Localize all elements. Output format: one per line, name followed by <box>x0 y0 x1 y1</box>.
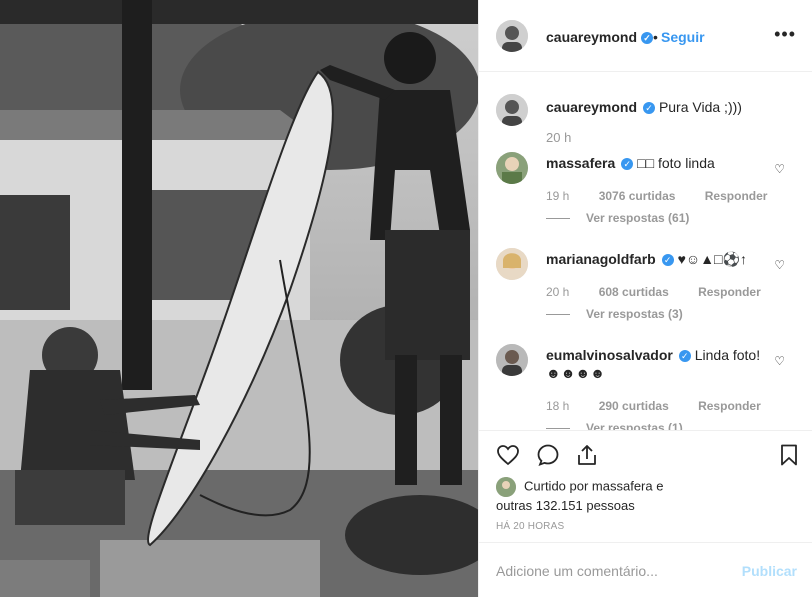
caption-avatar-image <box>496 94 528 126</box>
view-replies-button[interactable]: Ver respostas (3) <box>546 307 683 321</box>
commenter-avatar[interactable] <box>496 344 528 376</box>
verified-badge-icon: ✓ <box>678 350 691 363</box>
comment-line: marianagoldfarb ✓ ♥☺▲□⚽↑ <box>546 250 776 268</box>
comment-line: eumalvinosalvador ✓ Linda foto! ☻☻☻☻ <box>546 346 776 382</box>
publish-button[interactable]: Publicar <box>742 563 797 579</box>
liked-by-avatar-image <box>496 477 516 497</box>
caption-time[interactable]: 20 h <box>546 130 571 145</box>
comment-like-icon[interactable]: ♡ <box>774 258 785 272</box>
comment-time[interactable]: 18 h <box>546 399 569 413</box>
view-replies-button[interactable]: Ver respostas (61) <box>546 211 689 225</box>
comments-list[interactable]: cauareymond ✓ Pura Vida ;))) 20 h massafe… <box>479 72 812 430</box>
view-replies-button[interactable]: Ver respostas (1) <box>546 421 683 430</box>
comment-like-icon[interactable]: ♡ <box>774 354 785 368</box>
comment-emoji: ☻☻☻☻ <box>546 365 605 381</box>
heart-icon[interactable] <box>496 443 520 467</box>
author-username-text[interactable]: cauareymond <box>546 29 637 45</box>
bookmark-icon[interactable] <box>777 443 801 467</box>
liked-by-avatar[interactable] <box>496 477 516 497</box>
caption-username[interactable]: cauareymond <box>546 99 637 115</box>
comment-reply-button[interactable]: Responder <box>698 399 761 413</box>
comment-username[interactable]: marianagoldfarb <box>546 251 656 267</box>
follow-button[interactable]: Seguir <box>661 29 705 45</box>
verified-badge-icon: ✓ <box>643 102 656 115</box>
commenter-avatar-image <box>496 152 528 184</box>
commenter-avatar[interactable] <box>496 152 528 184</box>
comment-username[interactable]: eumalvinosalvador <box>546 347 673 363</box>
comment-likes[interactable]: 3076 curtidas <box>599 189 676 203</box>
verified-badge-icon: ✓ <box>641 32 654 45</box>
surf-photo-illustration <box>0 0 478 597</box>
post-actions: Curtido por massafera e outras 132.151 p… <box>479 430 812 543</box>
more-options-icon[interactable]: ••• <box>774 24 796 45</box>
comment-likes[interactable]: 290 curtidas <box>599 399 669 413</box>
post-header: cauareymond ✓ • Seguir ••• <box>479 0 812 72</box>
comment-meta: 18 h 290 curtidas Responder <box>546 399 787 413</box>
caption-meta: 20 h <box>546 130 597 145</box>
post-timestamp[interactable]: HÁ 20 HORAS <box>496 521 564 532</box>
commenter-avatar-image <box>496 344 528 376</box>
author-username[interactable]: cauareymond ✓ <box>546 29 654 45</box>
comment-time[interactable]: 19 h <box>546 189 569 203</box>
comment-text: Linda foto! <box>694 347 761 363</box>
commenter-avatar[interactable] <box>496 248 528 280</box>
caption-avatar[interactable] <box>496 94 528 126</box>
comment-time[interactable]: 20 h <box>546 285 569 299</box>
comment-reply-button[interactable]: Responder <box>698 285 761 299</box>
author-avatar-image <box>496 20 528 52</box>
verified-badge-icon: ✓ <box>661 254 674 267</box>
add-comment-bar: Adicione um comentário... Publicar <box>479 542 812 598</box>
liked-by-line-1[interactable]: Curtido por massafera e <box>524 478 663 493</box>
caption-line: cauareymond ✓ Pura Vida ;))) <box>546 98 776 116</box>
comment-input[interactable]: Adicione um comentário... <box>496 563 658 579</box>
comment-meta: 19 h 3076 curtidas Responder <box>546 189 793 203</box>
verified-badge-icon: ✓ <box>621 158 634 171</box>
comment-likes[interactable]: 608 curtidas <box>599 285 669 299</box>
comment-meta: 20 h 608 curtidas Responder <box>546 285 787 299</box>
comment-line: massafera ✓ □□ foto linda <box>546 154 776 172</box>
post-details-panel: cauareymond ✓ • Seguir ••• cauareymond ✓ P… <box>478 0 812 597</box>
comment-like-icon[interactable]: ♡ <box>774 162 785 176</box>
comment-reply-button[interactable]: Responder <box>705 189 768 203</box>
comment-text: □□ foto linda <box>637 155 715 171</box>
comment-username[interactable]: massafera <box>546 155 615 171</box>
caption-text: Pura Vida ;))) <box>658 99 742 115</box>
commenter-avatar-image <box>496 248 528 280</box>
separator-dot: • <box>653 29 658 45</box>
liked-by: Curtido por massafera e outras 132.151 p… <box>496 477 663 515</box>
author-avatar[interactable] <box>496 20 528 52</box>
comment-bubble-icon[interactable] <box>536 443 560 467</box>
post-photo[interactable] <box>0 0 478 597</box>
comment-text: ♥☺▲□⚽↑ <box>677 251 747 267</box>
liked-by-line-2[interactable]: outras 132.151 pessoas <box>496 497 663 515</box>
share-icon[interactable] <box>575 443 599 467</box>
